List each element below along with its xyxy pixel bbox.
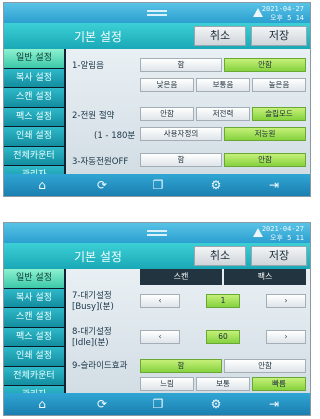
wait-idle-label: 8-대기설정 <box>72 327 112 337</box>
settings-sidebar: 일반 설정 복사 설정 스캔 설정 팩스 설정 인쇄 설정 전체카운터 관리자 <box>4 49 64 186</box>
alarm-label: 1-알림음 <box>72 61 104 71</box>
slide-on-button[interactable]: 함 <box>140 359 222 373</box>
power-custom-button[interactable]: 사용자정의 <box>140 127 222 141</box>
auto-off-on-button[interactable]: 함 <box>140 153 222 167</box>
bottom-nav-bar: ⌂ ⟳ ❐ ⚙ ⇥ <box>4 393 310 415</box>
status-time: 오후 5 11 <box>270 234 304 242</box>
status-datetime: 2021-04-27 오후 5 14 <box>262 5 304 23</box>
wait-busy-increment[interactable]: › <box>266 294 306 308</box>
save-button[interactable]: 저장 <box>251 26 307 46</box>
logout-icon[interactable]: ⇥ <box>266 396 282 412</box>
pull-down-handle[interactable] <box>147 10 167 16</box>
sidebar-item-general[interactable]: 일반 설정 <box>4 49 64 69</box>
speed-normal-button[interactable]: 보통 <box>196 377 250 391</box>
sidebar-item-print[interactable]: 인쇄 설정 <box>4 347 64 367</box>
gear-icon[interactable]: ⚙ <box>208 396 224 412</box>
slide-off-button[interactable]: 안함 <box>224 359 306 373</box>
home-icon[interactable]: ⌂ <box>34 396 50 412</box>
speed-fast-button[interactable]: 빠름 <box>252 377 306 391</box>
refresh-icon[interactable]: ⟳ <box>94 177 110 193</box>
alarm-off-button[interactable]: 안함 <box>224 58 306 72</box>
wait-busy-label: 7-대기설정 <box>72 291 112 301</box>
sidebar-item-counter[interactable]: 전체카운터 <box>4 146 64 166</box>
copy-windows-icon[interactable]: ❐ <box>150 177 166 193</box>
cancel-button[interactable]: 취소 <box>194 246 246 266</box>
settings-content: 1-알림음 함 안함 낮은음 보통음 높은음 2-전원 절약 (1 - 180분… <box>66 49 310 174</box>
wait-idle-value[interactable]: 60 <box>206 330 240 344</box>
page-header: 기본 설정 취소 저장 <box>4 243 310 269</box>
tab-fax[interactable]: 팩스 <box>224 269 306 285</box>
power-off-button[interactable]: 안함 <box>140 107 194 121</box>
home-icon[interactable]: ⌂ <box>34 177 50 193</box>
wait-idle-increment[interactable]: › <box>266 330 306 344</box>
wait-busy-decrement[interactable]: ‹ <box>140 294 180 308</box>
auto-power-off-label: 3-자동전원OFF <box>72 157 129 167</box>
sidebar-item-scan[interactable]: 스캔 설정 <box>4 88 64 108</box>
wait-idle-decrement[interactable]: ‹ <box>140 330 180 344</box>
alarm-on-button[interactable]: 함 <box>140 58 222 72</box>
power-lowpower-button[interactable]: 저전력 <box>196 107 250 121</box>
settings-screen-top: 2021-04-27 오후 5 14 기본 설정 취소 저장 일반 설정 복사 … <box>3 2 311 197</box>
settings-sidebar: 일반 설정 복사 설정 스캔 설정 팩스 설정 인쇄 설정 전체카운터 관리자 <box>4 269 64 406</box>
sidebar-item-print[interactable]: 인쇄 설정 <box>4 127 64 147</box>
sidebar-item-fax[interactable]: 팩스 설정 <box>4 327 64 347</box>
page-title: 기본 설정 <box>74 30 122 44</box>
slide-effect-label: 9-슬라이드효과 <box>72 361 128 371</box>
wait-idle-unit: [Idle](분) <box>72 338 109 348</box>
auto-off-off-button[interactable]: 안함 <box>224 153 306 167</box>
sidebar-item-scan[interactable]: 스캔 설정 <box>4 308 64 328</box>
cancel-button[interactable]: 취소 <box>194 26 246 46</box>
top-status-bar: 2021-04-27 오후 5 14 <box>4 3 310 23</box>
sidebar-item-copy[interactable]: 복사 설정 <box>4 288 64 308</box>
sidebar-item-fax[interactable]: 팩스 설정 <box>4 107 64 127</box>
wait-busy-unit: [Busy](분) <box>72 302 114 312</box>
page-header: 기본 설정 취소 저장 <box>4 23 310 49</box>
logout-icon[interactable]: ⇥ <box>266 177 282 193</box>
bottom-nav-bar: ⌂ ⟳ ❐ ⚙ ⇥ <box>4 174 310 196</box>
settings-content: 스캔 팩스 7-대기설정 [Busy](분) ‹ 1 › 8-대기설정 [Idl… <box>66 269 310 394</box>
status-date: 2021-04-27 <box>261 225 304 233</box>
power-sleep-button[interactable]: 슬립모드 <box>252 107 306 121</box>
settings-screen-bottom: 2021-04-27 오후 5 11 기본 설정 취소 저장 일반 설정 복사 … <box>3 222 311 416</box>
power-save-label: 2-전원 절약 <box>72 111 115 121</box>
save-button[interactable]: 저장 <box>251 246 307 266</box>
gear-icon[interactable]: ⚙ <box>208 177 224 193</box>
page-title: 기본 설정 <box>74 250 122 264</box>
top-status-bar: 2021-04-27 오후 5 11 <box>4 223 310 243</box>
pull-down-handle[interactable] <box>147 230 167 236</box>
power-range-label: (1 - 180분 <box>94 131 136 141</box>
sidebar-item-copy[interactable]: 복사 설정 <box>4 68 64 88</box>
tab-scan[interactable]: 스캔 <box>140 269 222 285</box>
volume-high-button[interactable]: 높은음 <box>252 78 306 92</box>
status-date: 2021-04-27 <box>261 5 304 13</box>
volume-low-button[interactable]: 낮은음 <box>140 78 194 92</box>
volume-mid-button[interactable]: 보통음 <box>196 78 250 92</box>
copy-windows-icon[interactable]: ❐ <box>150 396 166 412</box>
sidebar-item-counter[interactable]: 전체카운터 <box>4 366 64 386</box>
sidebar-item-general[interactable]: 일반 설정 <box>4 269 64 289</box>
status-time: 오후 5 14 <box>270 14 304 22</box>
wait-busy-value[interactable]: 1 <box>206 294 240 308</box>
power-low-button[interactable]: 저능원 <box>224 127 306 141</box>
status-datetime: 2021-04-27 오후 5 11 <box>262 225 304 243</box>
speed-slow-button[interactable]: 느림 <box>140 377 194 391</box>
refresh-icon[interactable]: ⟳ <box>94 396 110 412</box>
